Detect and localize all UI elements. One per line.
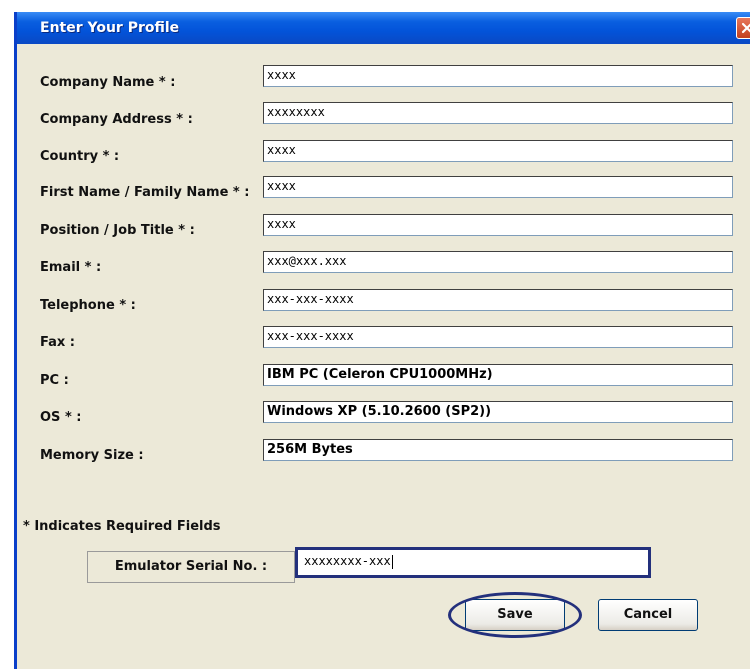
company-address-label: Company Address * :	[40, 112, 193, 127]
telephone-input[interactable]: xxx-xxx-xxxx	[263, 289, 733, 311]
pc-label: PC :	[40, 373, 69, 388]
name-input[interactable]: xxxx	[263, 176, 733, 198]
name-label: First Name / Family Name * :	[40, 185, 250, 200]
fax-label: Fax :	[40, 335, 76, 350]
country-label: Country * :	[40, 149, 120, 164]
memory-size-label: Memory Size :	[40, 448, 144, 463]
cancel-button[interactable]: Cancel	[598, 599, 698, 631]
close-button[interactable]	[736, 17, 750, 39]
memory-size-input[interactable]: 256M Bytes	[263, 439, 733, 461]
country-input[interactable]: xxxx	[263, 140, 733, 162]
os-label: OS * :	[40, 410, 82, 425]
company-address-input[interactable]: xxxxxxxx	[263, 102, 733, 124]
title-bar[interactable]: Enter Your Profile	[17, 12, 750, 44]
serial-number-label: Emulator Serial No. :	[87, 551, 295, 583]
company-name-input[interactable]: xxxx	[263, 65, 733, 87]
email-label: Email * :	[40, 260, 102, 275]
email-input[interactable]: xxx@xxx.xxx	[263, 251, 733, 273]
serial-number-input[interactable]: xxxxxxxx-xxx	[295, 547, 651, 578]
save-button[interactable]: Save	[465, 599, 565, 631]
os-input[interactable]: Windows XP (5.10.2600 (SP2))	[263, 401, 733, 423]
dialog-title: Enter Your Profile	[40, 20, 180, 36]
serial-number-value: xxxxxxxx-xxx	[304, 554, 391, 568]
fax-input[interactable]: xxx-xxx-xxxx	[263, 326, 733, 348]
pc-input[interactable]: IBM PC (Celeron CPU1000MHz)	[263, 364, 733, 386]
text-caret	[391, 554, 393, 569]
telephone-label: Telephone * :	[40, 298, 136, 313]
job-title-label: Position / Job Title * :	[40, 223, 195, 238]
close-icon	[741, 22, 750, 34]
company-name-label: Company Name * :	[40, 75, 176, 90]
required-fields-note: * Indicates Required Fields	[23, 519, 221, 534]
job-title-input[interactable]: xxxx	[263, 214, 733, 236]
